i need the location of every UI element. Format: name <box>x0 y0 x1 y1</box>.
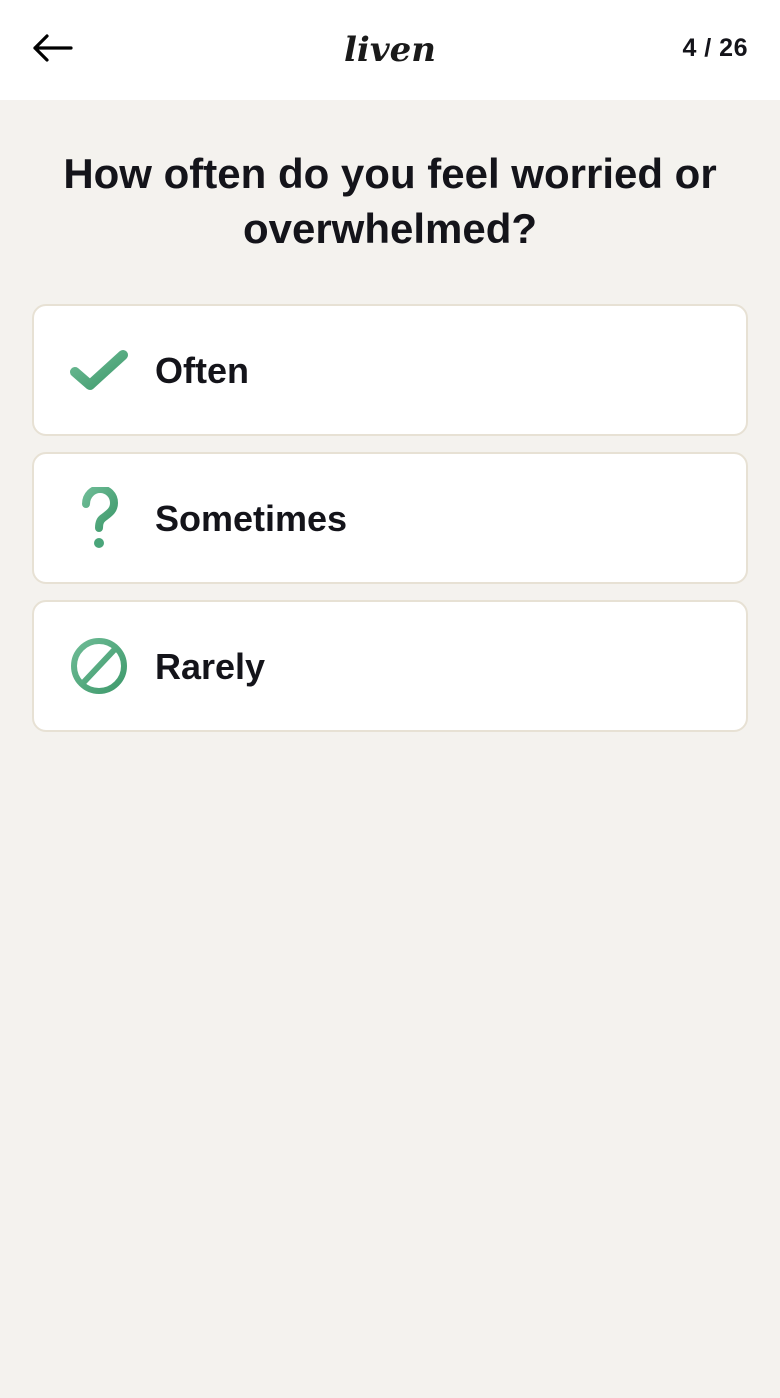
option-sometimes[interactable]: Sometimes <box>32 452 748 584</box>
svg-text:liven: liven <box>344 30 436 70</box>
back-button[interactable] <box>26 26 78 70</box>
option-rarely[interactable]: Rarely <box>32 600 748 732</box>
option-label: Rarely <box>155 646 266 687</box>
option-often[interactable]: Often <box>32 304 748 436</box>
top-bar: liven 4 / 26 <box>0 0 780 100</box>
option-label: Sometimes <box>155 498 348 539</box>
arrow-left-icon <box>33 34 73 62</box>
step-counter: 4 / 26 <box>682 34 748 62</box>
prohibited-icon <box>71 638 127 694</box>
option-label: Often <box>155 350 249 391</box>
answer-options: Often Sometimes Rarely <box>32 304 748 748</box>
checkmark-icon <box>70 350 128 390</box>
liven-logo: liven <box>344 30 436 70</box>
question-title: How often do you feel worried or overwhe… <box>63 150 717 252</box>
question-mark-icon <box>82 487 119 548</box>
